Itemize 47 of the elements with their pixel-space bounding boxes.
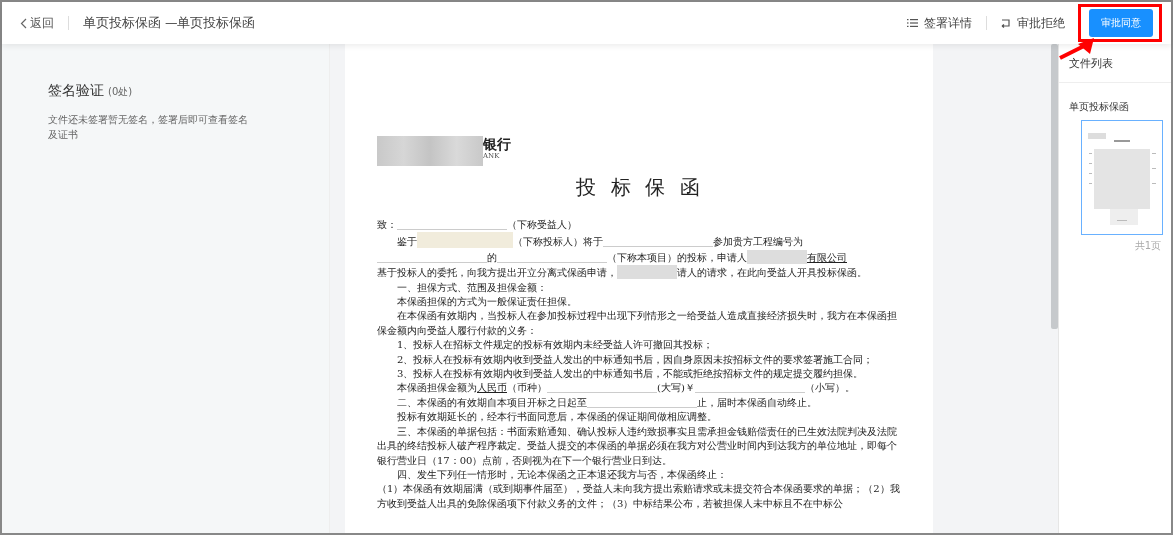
arrow-drawing xyxy=(1059,38,1094,60)
document-text: （下称受益人） xyxy=(507,219,577,230)
document-text: 在本保函有效期内，当投标人在参加投标过程中出现下列情形之一给受益人造成直接经济损失时，我方在本保函担保金额内向受益人履行付款的义务： xyxy=(377,310,897,336)
document-text: 一、担保方式、范围及担保金额： xyxy=(397,281,547,293)
document-text: 本保函担保的方式为一般保证责任担保。 xyxy=(397,296,577,308)
document-text: （1）本保函有效期届满（或到期事件届至），受益人未向我方提出索赔请求或未提交符合本保函要求的单据；（2）我方收到受益人出具的免除保函项下付款义务的文件；（3）中标结果公布，若被担保人未中标且不在中标公 xyxy=(377,483,900,509)
empty-state-text: 文件还未签署暂无签名，签署后即可查看签名及证书 xyxy=(48,113,248,143)
document-title: 单页投标保函 —单页投标保函 xyxy=(83,13,256,32)
panel-heading: 文件列表 xyxy=(1059,52,1171,83)
document-text: 本保函担保金额为 xyxy=(397,382,477,394)
document-text: 1、投标人在招标文件规定的投标有效期内未经受益人许可撤回其投标； xyxy=(397,339,714,351)
document-text: 四、发生下列任一情形时，无论本保函之正本退还我方与否，本保函终止： xyxy=(397,468,727,480)
document-text: 鉴于 xyxy=(397,236,417,248)
redacted-area xyxy=(747,249,807,264)
document-text: 2、投标人在投标有效期内收到受益人发出的中标通知书后，因自身原因未按招标文件的要求签署施工合同； xyxy=(397,353,874,365)
back-link[interactable]: 返回 xyxy=(20,14,54,32)
letter-title: 投 标 保 函 xyxy=(575,174,705,201)
document-text: 3、投标人在投标有效期内收到受益人发出的中标通知书后，不能或拒绝按招标文件的规定提交履约担保。 xyxy=(397,368,864,380)
chevron-left-icon xyxy=(20,17,27,29)
list-icon xyxy=(907,18,918,28)
file-name[interactable]: 单页投标保函 xyxy=(1059,82,1171,120)
document-text: （下称本项目）的投标，申请人 xyxy=(607,251,747,263)
document-text: （小写）。 xyxy=(804,382,855,394)
page-count: 共1页 xyxy=(1133,238,1162,253)
document-text: （币种） xyxy=(507,382,547,394)
scrollbar[interactable] xyxy=(1051,44,1058,329)
signature-count: (0处) xyxy=(108,85,133,99)
document-text: 参加贵方工程编号为 xyxy=(713,236,803,248)
document-text: （下称投标人）将于 xyxy=(513,236,603,248)
details-button[interactable]: 签署详情 xyxy=(907,14,972,32)
return-icon xyxy=(1001,18,1011,28)
panel-heading: 签名验证 xyxy=(48,81,104,100)
document-text: 三、本保函的单据包括：书面索赔通知、确认投标人违约致损事实且需承担金钱赔偿责任的已生效法院判决及法院出具的终结投标人破产程序裁定。受益人提交的本保函的单据必须在我方对公营业时间内到达我方的单位地址，即每个银行营业日（17：00）点前，否则视为在下一个银行营业日到达。 xyxy=(377,425,897,466)
bank-name: 银行 xyxy=(483,136,511,152)
document-text: 止，届时本保函自动终止。 xyxy=(697,396,817,408)
underlined-text: 人民币 xyxy=(477,382,507,394)
document-text: 二、本保函的有效期自本项目开标之日起至 xyxy=(397,396,587,408)
document-text: 投标有效期延长的，经本行书面同意后，本保函的保证期间做相应调整。 xyxy=(397,411,717,423)
redacted-area xyxy=(617,265,677,280)
document-text: 致： xyxy=(377,219,397,230)
document-text: 请人的请求，在此向受益人开具投标保函。 xyxy=(677,267,867,279)
document-text: 基于投标人的委托，向我方提出开立分离式保函申请， xyxy=(377,267,617,279)
page-thumbnail[interactable] xyxy=(1081,119,1163,235)
underlined-text: 有限公司 xyxy=(807,251,847,263)
reject-button[interactable]: 审批拒绝 xyxy=(1001,14,1065,32)
document-text: (大写)￥ xyxy=(657,382,695,394)
document-text: 的 xyxy=(487,251,497,263)
